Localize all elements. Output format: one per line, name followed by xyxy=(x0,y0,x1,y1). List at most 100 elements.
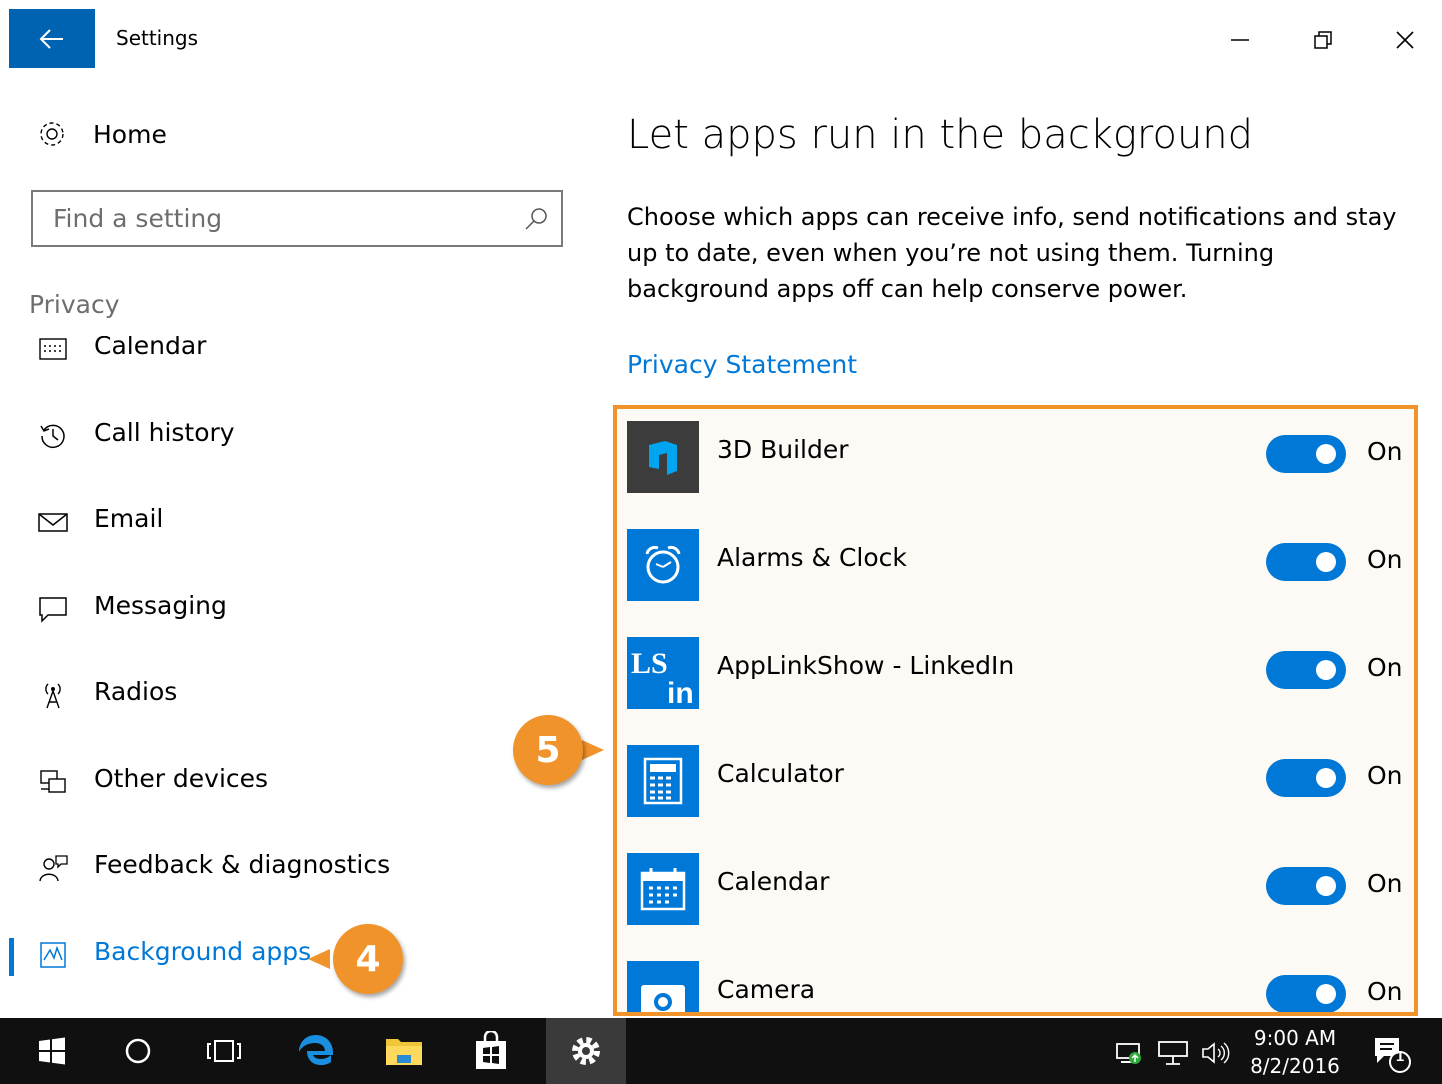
callout-badge-4: 4 xyxy=(333,924,403,994)
toggle-knob xyxy=(1316,984,1336,1004)
app-list: 3D Builder On Alarms & Clock On LS in Ap… xyxy=(613,405,1418,1016)
sidebar-nav[interactable]: Calendar Call history Email Messaging Ra… xyxy=(0,336,600,1016)
background-toggle[interactable] xyxy=(1266,435,1346,473)
edge-button[interactable] xyxy=(276,1018,356,1084)
sidebar-item-background-apps[interactable]: Background apps xyxy=(0,927,600,983)
store-button[interactable] xyxy=(451,1018,531,1084)
sidebar-item-label: Email xyxy=(94,504,164,533)
svg-text:LS: LS xyxy=(631,647,668,680)
toggle-state: On xyxy=(1367,869,1403,898)
callout-badge-5: 5 xyxy=(513,715,583,785)
sidebar-item-label: Other devices xyxy=(94,764,269,793)
sidebar-item-call-history[interactable]: Call history xyxy=(0,408,600,464)
settings-taskbar-button[interactable] xyxy=(546,1018,626,1084)
sidebar-item-label: Feedback & diagnostics xyxy=(94,850,391,879)
active-indicator xyxy=(9,938,14,976)
cortana-icon xyxy=(125,1038,151,1064)
background-toggle[interactable] xyxy=(1266,651,1346,689)
task-view-icon xyxy=(207,1040,241,1062)
action-center-button[interactable]: 1 xyxy=(1372,1036,1412,1073)
callout-4-pointer xyxy=(308,949,330,969)
sidebar-item-label: Calendar xyxy=(94,336,207,360)
toggle-state: On xyxy=(1367,437,1403,466)
tray-volume[interactable] xyxy=(1200,1040,1230,1066)
app-name: Camera xyxy=(717,975,816,1004)
section-heading: Privacy xyxy=(29,290,120,319)
background-toggle[interactable] xyxy=(1266,759,1346,797)
mail-icon xyxy=(36,505,70,539)
privacy-statement-link[interactable]: Privacy Statement xyxy=(627,350,857,379)
devices-icon xyxy=(36,765,70,799)
search-input[interactable]: Find a setting xyxy=(31,190,563,247)
page-title: Let apps run in the background xyxy=(627,112,1254,158)
calculator-icon xyxy=(627,745,699,817)
wired-network-icon xyxy=(1158,1041,1188,1065)
feedback-icon xyxy=(36,851,70,885)
notification-icon xyxy=(1375,1038,1411,1073)
toggle-knob xyxy=(1316,660,1336,680)
app-row-calendar: Calendar On xyxy=(627,853,1407,961)
calendar-app-icon xyxy=(627,853,699,925)
search-icon xyxy=(525,208,547,230)
tray-network-update[interactable] xyxy=(1115,1040,1145,1066)
close-icon xyxy=(1396,31,1414,49)
linkedin-icon: LS in xyxy=(627,637,699,709)
close-button[interactable] xyxy=(1385,22,1425,58)
toggle-knob xyxy=(1316,876,1336,896)
start-button[interactable] xyxy=(12,1018,92,1084)
cortana-button[interactable] xyxy=(98,1018,178,1084)
svg-text:in: in xyxy=(667,677,694,709)
network-update-icon xyxy=(1116,1043,1141,1064)
radio-tower-icon xyxy=(36,678,70,712)
toggle-knob xyxy=(1316,552,1336,572)
toggle-state: On xyxy=(1367,977,1403,1006)
app-row-applinkshow: LS in AppLinkShow - LinkedIn On xyxy=(627,637,1407,745)
notification-count: 1 xyxy=(1395,1048,1405,1065)
app-name: Alarms & Clock xyxy=(717,543,907,572)
sidebar-item-label: Radios xyxy=(94,677,178,706)
clock-date: 8/2/2016 xyxy=(1250,1054,1340,1078)
settings-icon xyxy=(572,1037,600,1065)
task-view-button[interactable] xyxy=(184,1018,264,1084)
home-link[interactable]: Home xyxy=(36,116,167,152)
toggle-knob xyxy=(1316,444,1336,464)
sidebar-item-messaging[interactable]: Messaging xyxy=(0,581,600,637)
minimize-button[interactable] xyxy=(1220,22,1260,58)
background-toggle[interactable] xyxy=(1266,975,1346,1012)
camera-icon xyxy=(627,961,699,1012)
taskbar-clock[interactable]: 9:00 AM 8/2/2016 xyxy=(1245,1024,1345,1080)
sidebar-item-label: Background apps xyxy=(94,937,312,966)
app-name: 3D Builder xyxy=(717,435,849,464)
home-label: Home xyxy=(93,119,167,149)
sidebar-item-email[interactable]: Email xyxy=(0,494,600,550)
tray-network[interactable] xyxy=(1157,1040,1189,1066)
restore-button[interactable] xyxy=(1303,22,1343,58)
sidebar-item-other-devices[interactable]: Other devices xyxy=(0,754,600,810)
background-toggle[interactable] xyxy=(1266,867,1346,905)
sidebar-item-calendar[interactable]: Calendar xyxy=(0,336,600,377)
alarm-clock-icon xyxy=(627,529,699,601)
back-button[interactable] xyxy=(9,9,95,68)
app-row-alarms-clock: Alarms & Clock On xyxy=(627,529,1407,637)
windows-logo-icon xyxy=(39,1037,65,1065)
file-explorer-button[interactable] xyxy=(364,1018,444,1084)
minimize-icon xyxy=(1231,39,1249,41)
file-explorer-icon xyxy=(386,1039,422,1065)
app-row-3d-builder: 3D Builder On xyxy=(627,421,1407,529)
sidebar-item-radios[interactable]: Radios xyxy=(0,667,600,723)
sidebar-item-label: Messaging xyxy=(94,591,227,620)
back-arrow-icon xyxy=(39,28,63,49)
background-apps-icon xyxy=(36,938,70,972)
toggle-state: On xyxy=(1367,761,1403,790)
app-row-camera: Camera On xyxy=(627,961,1407,1012)
sidebar-item-feedback[interactable]: Feedback & diagnostics xyxy=(0,840,600,896)
toggle-state: On xyxy=(1367,653,1403,682)
edge-icon xyxy=(299,1035,334,1065)
gear-icon xyxy=(40,122,64,146)
volume-icon xyxy=(1202,1042,1230,1064)
3d-builder-icon xyxy=(627,421,699,493)
background-toggle[interactable] xyxy=(1266,543,1346,581)
clock-time: 9:00 AM xyxy=(1253,1026,1337,1050)
toggle-state: On xyxy=(1367,545,1403,574)
history-icon xyxy=(36,419,70,453)
